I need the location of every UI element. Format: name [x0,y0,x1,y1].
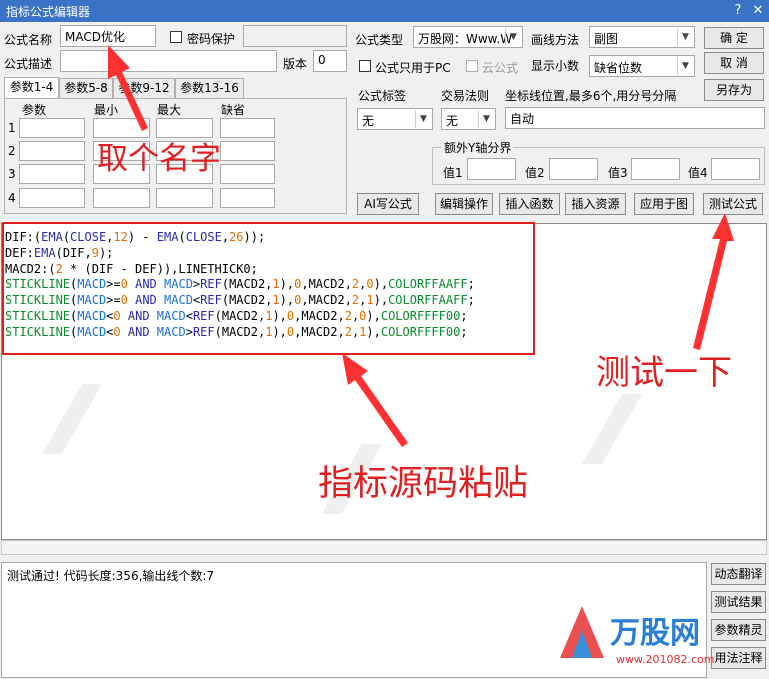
code-highlight-box [2,222,535,355]
param-row-number: 2 [8,144,16,158]
title-bar: 指标公式编辑器 ? ✕ [0,0,769,22]
ok-button[interactable]: 确 定 [704,27,764,49]
brand-url: www.201082.com [616,653,715,666]
cancel-button[interactable]: 取 消 [704,52,764,74]
cloud-checkbox[interactable] [466,60,478,72]
cloud-label: 云公式 [482,61,519,75]
type-label: 公式类型 [355,33,404,47]
tag-label: 公式标签 [358,89,407,103]
save-as-button[interactable]: 另存为 [704,79,764,101]
test-formula-button[interactable]: 测试公式 [703,193,763,215]
apply-to-chart-button[interactable]: 应用于图 [634,193,694,215]
draw-value: 副图 [594,32,619,46]
param-3-default[interactable] [220,164,275,184]
param-4-default[interactable] [220,188,275,208]
extra-y-label: 额外Y轴分界 [442,139,514,156]
brand-watermark: 万股网 www.201082.com [552,598,767,676]
param-row-number: 4 [8,191,16,205]
horizontal-scrollbar[interactable] [1,540,767,555]
rule-select[interactable]: 无 ▼ [441,108,496,130]
brand-name: 万股网 [610,616,700,651]
window-title: 指标公式编辑器 [6,5,91,19]
chevron-down-icon: ▼ [478,110,494,128]
tab-params-9-12[interactable]: 参数9-12 [113,78,175,98]
desc-label: 公式描述 [4,57,53,71]
param-4-name[interactable] [19,188,85,208]
val4-label: 值4 [688,166,708,180]
dynamic-translate-button[interactable]: 动态翻译 [711,563,766,585]
param-1-name[interactable] [19,118,85,138]
param-row-number: 3 [8,167,16,181]
param-3-name[interactable] [19,164,85,184]
param-header-name: 参数 [22,103,47,117]
annotation-test: 测试一下 [596,353,732,393]
close-icon[interactable]: ✕ [749,2,767,20]
decimals-label: 显示小数 [531,59,580,73]
decimals-value: 缺省位数 [594,61,643,75]
tab-params-1-4[interactable]: 参数1-4 [4,77,59,98]
param-4-max[interactable] [156,188,213,208]
draw-select[interactable]: 副图 ▼ [589,26,695,48]
param-2-name[interactable] [19,141,85,161]
coord-label: 坐标线位置,最多6个,用分号分隔 [505,89,677,103]
name-input[interactable]: MACD优化 [60,25,156,47]
version-input[interactable]: 0 [313,50,347,72]
draw-label: 画线方法 [531,33,580,47]
chevron-down-icon: ▼ [677,57,693,75]
ai-write-button[interactable]: AI写公式 [357,193,419,215]
password-checkbox[interactable] [170,31,182,43]
insert-resource-button[interactable]: 插入资源 [565,193,626,215]
coord-input[interactable]: 自动 [505,107,765,129]
version-label: 版本 [283,57,308,71]
val1-label: 值1 [443,166,463,180]
annotation-paste: 指标源码粘贴 [318,464,529,504]
param-header-default: 缺省 [221,103,246,117]
val3-input[interactable] [631,158,680,180]
param-2-default[interactable] [220,141,275,161]
chevron-down-icon: ▼ [677,28,693,46]
type-value: 万股网：Www.W [418,32,513,46]
param-4-min[interactable] [93,188,150,208]
rule-label: 交易法则 [441,89,490,103]
edit-ops-button[interactable]: 编辑操作 [435,193,493,215]
password-label: 密码保护 [187,32,236,46]
brand-logo [560,606,604,658]
param-header-min: 最小 [94,103,119,117]
val4-input[interactable] [711,158,760,180]
val1-input[interactable] [467,158,516,180]
desc-input[interactable] [60,50,277,72]
tag-select[interactable]: 无 ▼ [357,108,433,130]
chevron-down-icon: ▼ [415,110,431,128]
val2-label: 值2 [525,166,545,180]
chevron-down-icon: ▼ [505,28,521,46]
tab-params-13-16[interactable]: 参数13-16 [175,78,244,98]
pc-only-label: 公式只用于PC [375,61,451,75]
tab-params-5-8[interactable]: 参数5-8 [59,78,113,98]
name-label: 公式名称 [4,33,53,47]
tag-value: 无 [362,114,375,128]
val2-input[interactable] [549,158,598,180]
help-icon[interactable]: ? [729,2,747,20]
password-input[interactable] [243,25,347,47]
decimals-select[interactable]: 缺省位数 ▼ [589,55,695,77]
val3-label: 值3 [608,166,628,180]
pc-only-checkbox[interactable] [359,60,371,72]
insert-function-button[interactable]: 插入函数 [499,193,560,215]
param-row-number: 1 [8,121,16,135]
type-select[interactable]: 万股网：Www.W ▼ [413,26,523,48]
status-text: 测试通过! 代码长度:356,输出线个数:7 [7,569,215,583]
rule-value: 无 [446,114,459,128]
annotation-name: 取个名字 [97,141,221,177]
param-header-max: 最大 [157,103,182,117]
param-1-default[interactable] [220,118,275,138]
